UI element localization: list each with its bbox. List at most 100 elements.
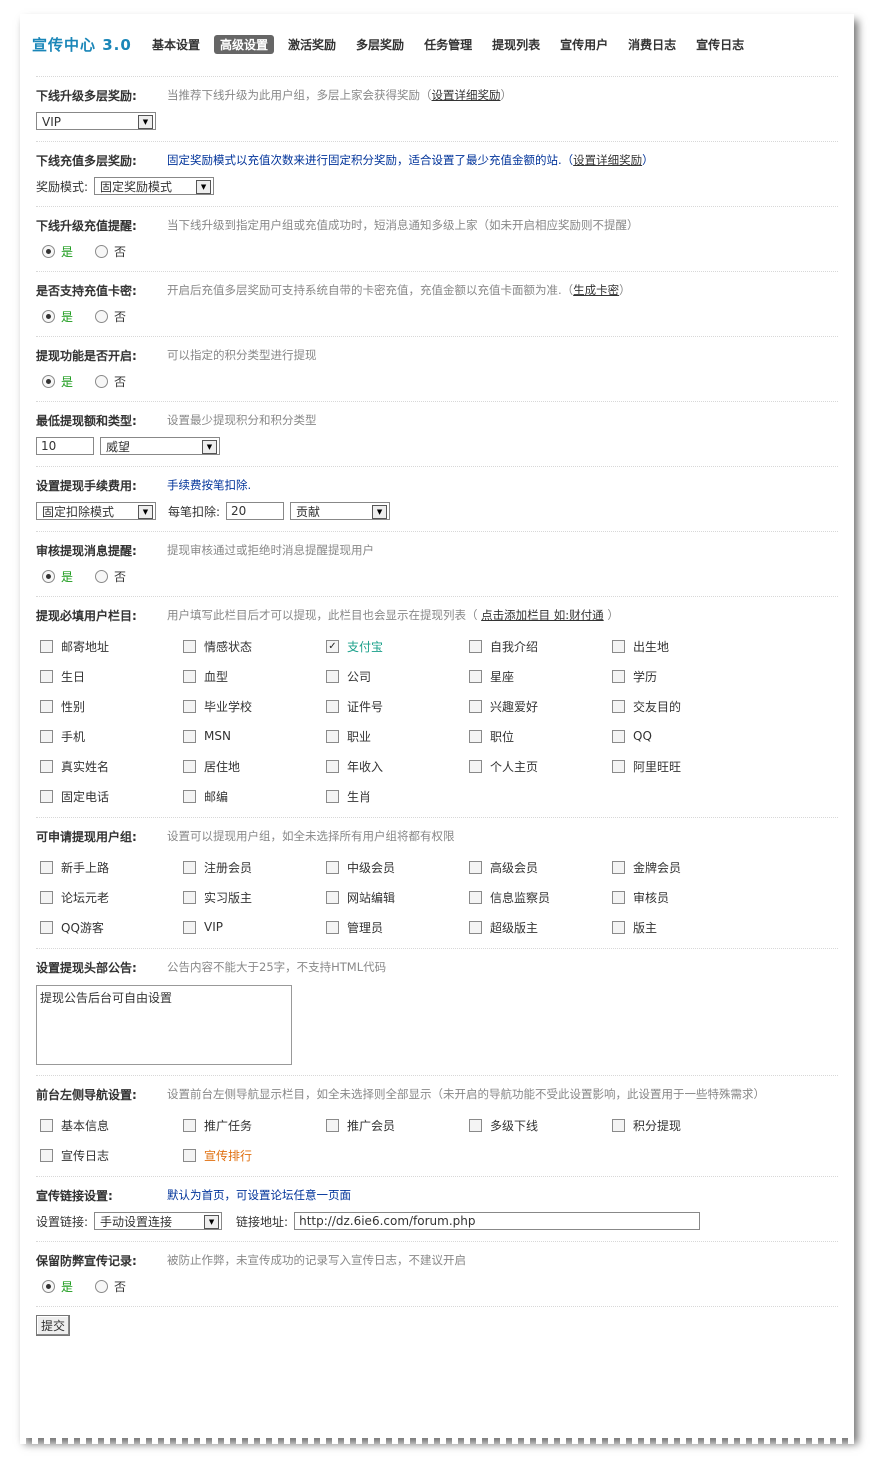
checkbox-item[interactable]: 手机 — [40, 727, 183, 745]
checkbox-item[interactable]: 个人主页 — [469, 757, 612, 775]
min-amount-input[interactable]: 10 — [36, 437, 94, 455]
checkbox-item[interactable]: 超级版主 — [469, 918, 612, 936]
checkbox-label: 超级版主 — [490, 920, 539, 935]
checkbox-item[interactable]: 论坛元老 — [40, 888, 183, 906]
checkbox-label: 血型 — [204, 669, 229, 684]
radio-no[interactable]: 否 — [95, 568, 126, 585]
checkbox-item[interactable]: 网站编辑 — [326, 888, 469, 906]
tab-basic-settings[interactable]: 基本设置 — [146, 35, 206, 54]
checkbox-label: 金牌会员 — [633, 860, 682, 875]
tab-spend-log[interactable]: 消费日志 — [622, 35, 682, 54]
radio-yes[interactable]: 是 — [42, 1278, 73, 1295]
checkbox-item[interactable]: 多级下线 — [469, 1116, 612, 1134]
radio-no[interactable]: 否 — [95, 308, 126, 325]
radio-yes[interactable]: 是 — [42, 308, 73, 325]
radio-no[interactable]: 否 — [95, 243, 126, 260]
tab-withdraw-list[interactable]: 提现列表 — [486, 35, 546, 54]
checkbox-item[interactable]: 生日 — [40, 667, 183, 685]
radio-yes[interactable]: 是 — [42, 243, 73, 260]
checkbox-item[interactable]: 情感状态 — [183, 637, 326, 655]
tab-task-management[interactable]: 任务管理 — [418, 35, 478, 54]
checkbox-item[interactable]: 公司 — [326, 667, 469, 685]
section-hint: 当推荐下线升级为此用户组，多层上家会获得奖励（设置详细奖励） — [167, 88, 512, 102]
detail-reward-link[interactable]: 设置详细奖励 — [573, 153, 642, 167]
checkbox-item[interactable]: 宣传排行 — [183, 1146, 326, 1164]
checkbox-label: 毕业学校 — [204, 699, 253, 714]
checkbox-item[interactable]: 实习版主 — [183, 888, 326, 906]
checkbox-item[interactable]: 真实姓名 — [40, 757, 183, 775]
checkbox-item[interactable]: 学历 — [612, 667, 755, 685]
checkbox-item[interactable]: 注册会员 — [183, 858, 326, 876]
checkbox-item[interactable]: 证件号 — [326, 697, 469, 715]
checkbox-item[interactable]: 毕业学校 — [183, 697, 326, 715]
checkbox-item[interactable]: 积分提现 — [612, 1116, 755, 1134]
fee-mode-select[interactable]: 固定扣除模式 ▼ — [36, 502, 156, 520]
checkbox-item[interactable]: 邮寄地址 — [40, 637, 183, 655]
tab-promo-log[interactable]: 宣传日志 — [690, 35, 750, 54]
checkbox-item[interactable]: 中级会员 — [326, 858, 469, 876]
checkbox-item[interactable]: 星座 — [469, 667, 612, 685]
checkbox-item[interactable]: 血型 — [183, 667, 326, 685]
checkbox-item[interactable]: MSN — [183, 727, 326, 745]
checkbox-item[interactable]: 阿里旺旺 — [612, 757, 755, 775]
usergroup-select[interactable]: VIP ▼ — [36, 112, 156, 130]
checkbox-item[interactable]: 性别 — [40, 697, 183, 715]
radio-no[interactable]: 否 — [95, 373, 126, 390]
checkbox-item[interactable]: 版主 — [612, 918, 755, 936]
checkbox-item[interactable]: 职业 — [326, 727, 469, 745]
checkbox-item[interactable]: 管理员 — [326, 918, 469, 936]
checkbox-item[interactable]: 审核员 — [612, 888, 755, 906]
checkbox-item[interactable]: 高级会员 — [469, 858, 612, 876]
checkbox-item[interactable]: 居住地 — [183, 757, 326, 775]
radio-yes[interactable]: 是 — [42, 568, 73, 585]
radio-yes[interactable]: 是 — [42, 373, 73, 390]
checkbox-item[interactable]: 生肖 — [326, 787, 469, 805]
usergroups-grid: 新手上路 注册会员 中级会员 高级会员 金牌会员论坛元老 实习版主 网站编辑 信息监察员 审核员… — [36, 848, 838, 942]
tab-multilevel-reward[interactable]: 多层奖励 — [350, 35, 410, 54]
checkbox-item[interactable]: 新手上路 — [40, 858, 183, 876]
announcement-textarea[interactable]: 提现公告后台可自由设置 — [36, 985, 292, 1065]
per-deduct-input[interactable]: 20 — [226, 502, 285, 520]
fee-credit-select[interactable]: 贡献 ▼ — [290, 502, 391, 520]
checkbox-item[interactable]: 兴趣爱好 — [469, 697, 612, 715]
checkbox-item[interactable]: 宣传日志 — [40, 1146, 183, 1164]
reward-mode-select[interactable]: 固定奖励模式 ▼ — [94, 177, 215, 195]
credit-type-select[interactable]: 威望 ▼ — [100, 437, 220, 455]
section-hint: 手续费按笔扣除. — [167, 478, 252, 492]
checkbox-item[interactable]: 职位 — [469, 727, 612, 745]
tab-advanced-settings[interactable]: 高级设置 — [214, 35, 275, 54]
radio-no[interactable]: 否 — [95, 1278, 126, 1295]
chevron-down-icon: ▼ — [202, 440, 217, 454]
checkbox-item[interactable]: 推广会员 — [326, 1116, 469, 1134]
detail-reward-link[interactable]: 设置详细奖励 — [432, 88, 501, 102]
checkbox-item[interactable]: 基本信息 — [40, 1116, 183, 1134]
checkbox-item[interactable]: 出生地 — [612, 637, 755, 655]
checkbox-icon — [469, 920, 482, 934]
checkbox-item[interactable]: 推广任务 — [183, 1116, 326, 1134]
tab-activation-reward[interactable]: 激活奖励 — [282, 35, 342, 54]
checkbox-item[interactable]: 自我介绍 — [469, 637, 612, 655]
checkbox-item[interactable]: 固定电话 — [40, 787, 183, 805]
checkbox-item[interactable]: 金牌会员 — [612, 858, 755, 876]
generate-card-link[interactable]: 生成卡密 — [573, 283, 619, 297]
checkbox-item[interactable]: QQ — [612, 727, 755, 745]
checkbox-item[interactable]: 交友目的 — [612, 697, 755, 715]
checkbox-item[interactable]: 年收入 — [326, 757, 469, 775]
checkbox-label: 宣传排行 — [204, 1148, 253, 1163]
checkbox-item[interactable]: 信息监察员 — [469, 888, 612, 906]
tab-promo-users[interactable]: 宣传用户 — [554, 35, 614, 54]
checkbox-label: 星座 — [490, 669, 515, 684]
checkbox-item[interactable]: QQ游客 — [40, 918, 183, 936]
checkbox-item[interactable]: VIP — [183, 918, 326, 936]
checkbox-item[interactable]: 邮编 — [183, 787, 326, 805]
checkbox-label: 交友目的 — [633, 699, 682, 714]
url-input[interactable]: http://dz.6ie6.com/forum.php — [294, 1212, 701, 1230]
section-promo-link: 宣传链接设置: 默认为首页，可设置论坛任意一页面 设置链接: 手动设置连接 ▼ 链… — [36, 1176, 838, 1241]
checkbox-item[interactable]: ✓ 支付宝 — [326, 637, 469, 655]
checkbox-label: 多级下线 — [490, 1118, 539, 1133]
submit-button[interactable]: 提交 — [36, 1315, 71, 1336]
checkbox-icon — [326, 789, 339, 803]
checkbox-icon — [326, 729, 339, 743]
link-mode-select[interactable]: 手动设置连接 ▼ — [94, 1212, 223, 1230]
add-field-link[interactable]: 点击添加栏目 如:财付通 — [481, 608, 604, 622]
